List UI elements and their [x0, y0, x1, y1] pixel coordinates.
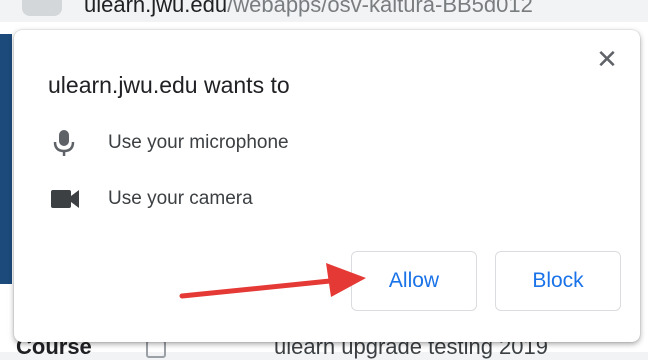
site-info-icon[interactable]	[22, 0, 62, 16]
dialog-title: ulearn.jwu.edu wants to	[48, 72, 290, 98]
close-icon[interactable]: ✕	[594, 46, 620, 72]
permission-label-microphone: Use your microphone	[108, 132, 289, 153]
page-side-strip	[0, 34, 12, 284]
block-button[interactable]: Block	[495, 251, 621, 311]
url-text[interactable]: ulearn.jwu.edu/webapps/osv-kaltura-BB5d0…	[84, 0, 533, 18]
address-bar[interactable]: ulearn.jwu.edu/webapps/osv-kaltura-BB5d0…	[0, 0, 648, 22]
permission-label-camera: Use your camera	[108, 188, 253, 209]
background-icon	[146, 340, 166, 358]
camera-icon	[51, 190, 79, 208]
annotation-arrow	[179, 263, 366, 299]
microphone-icon	[53, 130, 75, 156]
